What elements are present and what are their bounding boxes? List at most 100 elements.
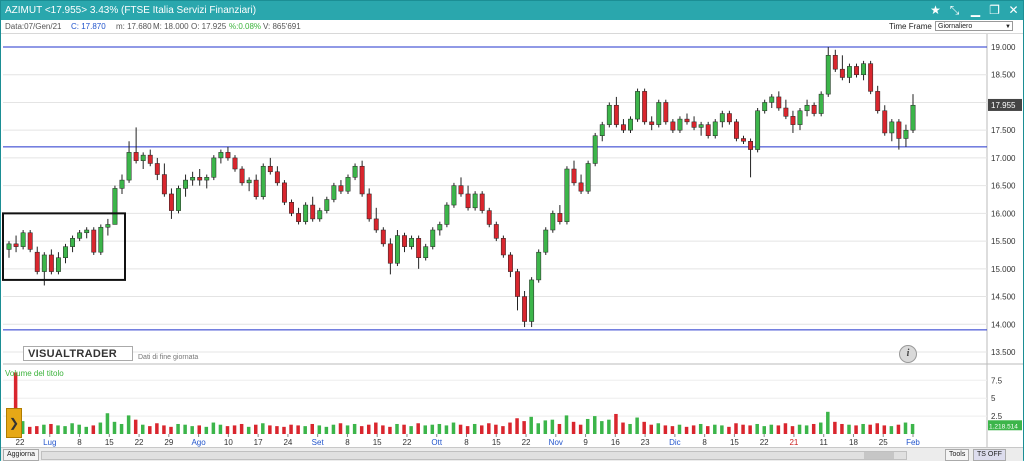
volume-bar <box>359 426 364 434</box>
candle-body <box>762 102 768 112</box>
date-tick-label: Ago <box>191 438 206 447</box>
candle-body <box>387 243 393 264</box>
volume-bar <box>720 425 724 434</box>
volume-bar <box>840 423 844 434</box>
candle-body <box>783 107 789 117</box>
candle-body <box>366 193 372 220</box>
volume-bar <box>508 422 512 434</box>
volume-bar <box>762 426 767 434</box>
volume-bar <box>472 423 477 434</box>
candle-body <box>140 154 146 161</box>
volume-bar <box>133 419 138 434</box>
volume-bar <box>458 424 463 434</box>
volume-bar <box>246 426 251 434</box>
volume-bar <box>63 426 67 434</box>
candle-body <box>472 193 478 209</box>
candle-body <box>726 113 732 123</box>
date-tick-label: 17 <box>254 438 263 447</box>
candle-body <box>465 193 471 209</box>
current-volume-label: 1.218.514 <box>989 423 1018 430</box>
volume-bar <box>896 424 901 434</box>
volume-bar <box>487 423 491 434</box>
volume-bar <box>776 425 781 434</box>
date-tick-label: 8 <box>345 438 350 447</box>
volume-bar <box>162 425 166 434</box>
volume-bar <box>529 416 533 434</box>
candle-body <box>310 204 316 220</box>
horizontal-scrollbar[interactable] <box>41 451 907 460</box>
volume-bar <box>705 426 710 434</box>
volume-bar <box>437 423 442 434</box>
candle-body <box>529 279 535 322</box>
volume-bar <box>310 423 315 434</box>
volume-bar <box>515 418 519 434</box>
candle-body <box>868 63 874 92</box>
date-tick-label: Nov <box>549 438 563 447</box>
volume-bar <box>352 423 357 434</box>
candle-body <box>705 124 711 136</box>
candle-body <box>719 113 725 123</box>
volume-bar <box>578 424 583 434</box>
candle-body <box>613 104 619 125</box>
volume-bar <box>338 423 343 434</box>
candle-body <box>55 257 61 272</box>
candle-body <box>70 238 76 247</box>
scrollbar-thumb[interactable] <box>864 452 894 459</box>
candle-body <box>670 121 676 131</box>
ts-toggle-button[interactable]: TS OFF <box>973 449 1006 461</box>
volume-bar <box>713 424 717 434</box>
update-button[interactable]: Aggiorna <box>3 449 40 461</box>
price-tick-label: 14.000 <box>991 320 1016 329</box>
volume-bar <box>395 423 399 434</box>
candle-body <box>444 204 450 225</box>
volume-bar <box>70 423 74 434</box>
play-arrow-icon[interactable]: ❯ <box>6 408 22 438</box>
candle-body <box>359 165 365 195</box>
candle-body <box>105 224 111 228</box>
volume-bar <box>402 424 406 434</box>
info-icon[interactable]: i <box>899 345 917 363</box>
date-tick-label: 15 <box>373 438 382 447</box>
candle-body <box>811 104 817 114</box>
candle-body <box>246 179 252 184</box>
volume-bar <box>225 426 230 434</box>
volume-bar <box>140 424 145 434</box>
candle-body <box>402 235 407 247</box>
date-tick-label: 10 <box>224 438 233 447</box>
candle-body <box>317 210 323 220</box>
candle-body <box>896 121 902 139</box>
candle-body <box>225 152 231 159</box>
volume-bar <box>35 426 39 434</box>
candle-body <box>77 232 83 239</box>
candle-body <box>493 224 499 239</box>
volume-bar <box>409 426 413 434</box>
volume-bar <box>366 424 371 434</box>
price-tick-label: 15.500 <box>991 237 1016 246</box>
date-tick-label: Ott <box>431 438 442 447</box>
volume-bar <box>282 426 286 434</box>
volume-bar <box>77 424 81 434</box>
price-tick-label: 18.500 <box>991 71 1016 80</box>
candle-body <box>430 229 436 247</box>
candle-body <box>882 110 888 134</box>
candle-body <box>211 157 217 178</box>
candle-body <box>34 251 40 272</box>
price-tick-label: 16.000 <box>991 209 1016 218</box>
date-tick-label: 8 <box>702 438 707 447</box>
tools-button[interactable]: Tools <box>945 449 970 461</box>
volume-bar <box>741 424 745 434</box>
volume-bar <box>303 426 307 434</box>
volume-bar <box>126 415 131 434</box>
price-chart[interactable]: 19.00018.50018.00017.50017.00016.50016.0… <box>1 1 1024 461</box>
candle-body <box>599 124 605 136</box>
date-tick-label: 22 <box>135 438 144 447</box>
candle-body <box>684 118 690 123</box>
candle-body <box>748 141 754 150</box>
candle-body <box>825 55 831 95</box>
price-tick-label: 16.500 <box>991 182 1016 191</box>
candle-body <box>274 171 280 184</box>
volume-bar <box>119 423 124 434</box>
volume-bar <box>176 423 180 434</box>
volume-bar <box>734 423 738 434</box>
volume-bar <box>889 426 894 434</box>
